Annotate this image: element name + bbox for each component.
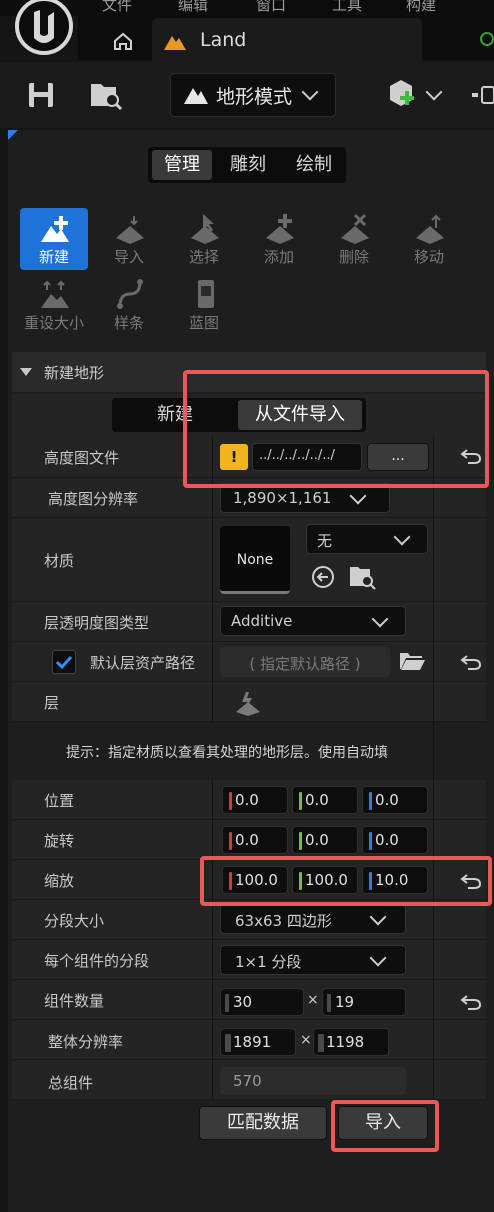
delete-icon (341, 213, 369, 244)
tool-new[interactable]: 新建 (20, 208, 88, 270)
import-icon (116, 216, 144, 244)
location-y-input[interactable]: 0.0 (292, 786, 358, 814)
use-selected-asset-icon[interactable] (310, 564, 336, 590)
times-sign: × (300, 1032, 312, 1048)
layer-type-label: 层透明度图类型 (44, 614, 150, 632)
times-sign: × (307, 992, 319, 1008)
menu-tools[interactable]: 工具 (332, 0, 362, 15)
menu-file[interactable]: 文件 (102, 0, 132, 15)
material-thumbnail[interactable]: None (220, 526, 290, 594)
scale-label: 缩放 (44, 872, 75, 890)
tab-sculpt[interactable]: 雕刻 (218, 150, 278, 180)
total-comp-value: 570 (220, 1067, 406, 1095)
tool-spline[interactable]: 样条 (95, 274, 163, 336)
unreal-logo-icon[interactable] (6, 0, 78, 60)
resize-icon (41, 280, 69, 308)
location-x-input[interactable]: 0.0 (222, 786, 288, 814)
sections-per-comp-label: 每个组件的分段 (44, 952, 150, 970)
reset-arrow-icon[interactable] (460, 994, 482, 1010)
tool-import[interactable]: 导入 (95, 208, 163, 270)
blueprint-brush-icon (198, 280, 214, 308)
folder-icon[interactable] (398, 650, 426, 672)
heightmap-label: 高度图文件 (44, 449, 120, 467)
menu-edit[interactable]: 编辑 (178, 0, 208, 15)
layers-label: 层 (44, 694, 60, 712)
comp-count-x-input[interactable]: 30 (220, 988, 304, 1016)
tool-blueprint[interactable]: 蓝图 (170, 274, 238, 336)
overall-res-y-input[interactable]: 1198 (313, 1028, 389, 1056)
highlight-scale (200, 856, 492, 906)
comp-count-y-input[interactable]: 19 (322, 988, 406, 1016)
source-control-icon[interactable] (480, 32, 494, 46)
move-icon (416, 214, 444, 244)
add-component-icon (266, 214, 294, 244)
tool-select[interactable]: 选择 (170, 208, 238, 270)
reset-arrow-icon[interactable] (460, 654, 482, 670)
home-icon[interactable] (108, 26, 138, 56)
tool-move[interactable]: 移动 (395, 208, 463, 270)
panel-corner-marker (8, 130, 18, 140)
landscape-mode-icon (182, 82, 210, 106)
resolution-label: 高度图分辨率 (48, 490, 139, 508)
menu-window[interactable]: 窗口 (256, 0, 286, 15)
material-dropdown[interactable]: 无 (306, 524, 428, 554)
rotation-z-input[interactable]: 0.0 (362, 826, 428, 854)
new-landscape-icon (41, 216, 69, 242)
collapse-arrow-icon[interactable] (20, 368, 32, 376)
tab-manage[interactable]: 管理 (152, 150, 212, 180)
column-divider (433, 436, 434, 1100)
total-comp-label: 总组件 (48, 1074, 94, 1092)
default-path-label: 默认层资产路径 (90, 654, 196, 672)
tab-label: Land (200, 29, 247, 51)
default-path-input[interactable]: ( 指定默认路径 ) (220, 647, 390, 677)
location-label: 位置 (44, 792, 75, 810)
add-actor-icon[interactable] (386, 76, 420, 112)
select-icon (191, 214, 219, 244)
tool-delete[interactable]: 删除 (320, 208, 388, 270)
tab-paint[interactable]: 绘制 (284, 150, 344, 180)
section-title: 新建地形 (44, 364, 105, 382)
fit-data-button[interactable]: 匹配数据 (199, 1106, 327, 1140)
hint-text: 提示：指定材质以查看其处理的地形层。使用自动填 (66, 745, 388, 761)
save-icon[interactable] (26, 80, 56, 110)
default-path-checkbox[interactable] (52, 650, 76, 674)
rotation-label: 旋转 (44, 832, 75, 850)
mode-label: 地形模式 (216, 86, 293, 108)
material-label: 材质 (44, 552, 75, 570)
highlight-import-source (183, 370, 489, 488)
fill-layers-icon[interactable] (234, 690, 262, 716)
highlight-import-button (331, 1100, 439, 1152)
landscape-level-icon (162, 30, 188, 52)
browse-content-icon[interactable] (88, 78, 124, 112)
rotation-y-input[interactable]: 0.0 (292, 826, 358, 854)
blueprint-icon[interactable] (472, 84, 494, 106)
spline-icon (117, 279, 143, 309)
menu-build[interactable]: 构建 (406, 0, 436, 15)
comp-count-label: 组件数量 (44, 992, 105, 1010)
location-z-input[interactable]: 0.0 (362, 786, 428, 814)
overall-res-label: 整体分辨率 (48, 1033, 124, 1051)
section-size-label: 分段大小 (44, 912, 105, 930)
column-divider (212, 780, 213, 1100)
rotation-x-input[interactable]: 0.0 (222, 826, 288, 854)
tool-add[interactable]: 添加 (245, 208, 313, 270)
tool-resize[interactable]: 重设大小 (20, 274, 88, 336)
tab-land[interactable] (152, 18, 422, 62)
overall-res-x-input[interactable]: 1891 (220, 1028, 296, 1056)
browse-asset-icon[interactable] (348, 562, 376, 590)
